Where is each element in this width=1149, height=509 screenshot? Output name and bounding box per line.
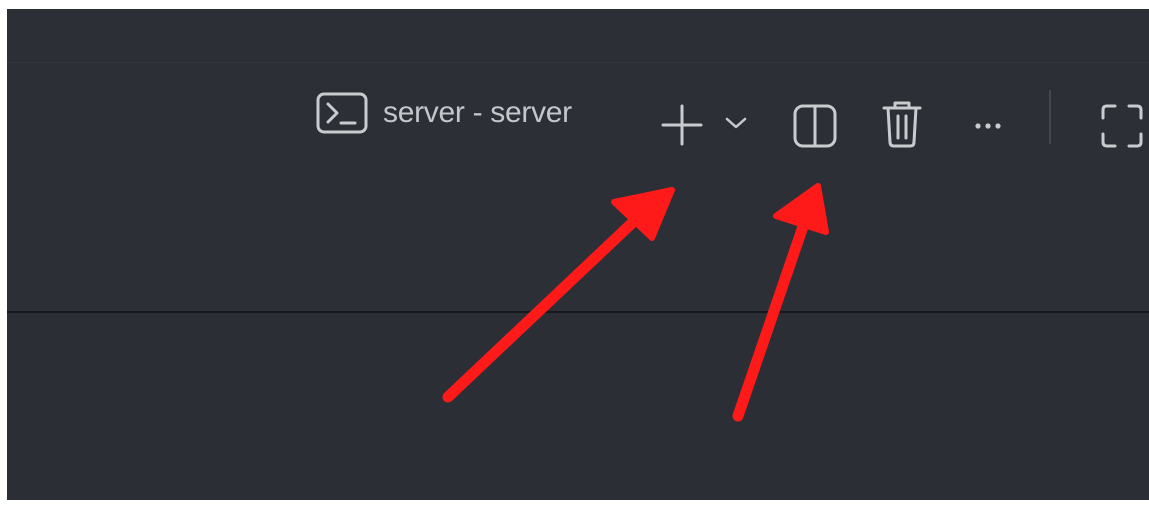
editor-area-strip: [7, 9, 1149, 63]
chevron-down-icon: [724, 115, 748, 131]
more-actions-button[interactable]: [968, 108, 1008, 144]
ellipsis-icon: [971, 121, 1005, 131]
launch-profile-dropdown[interactable]: [721, 108, 751, 138]
terminal-tab-label: server - server: [383, 96, 572, 129]
trash-icon: [880, 98, 924, 150]
split-editor-icon: [791, 102, 839, 150]
kill-terminal-button[interactable]: [877, 96, 927, 152]
new-terminal-button[interactable]: [657, 100, 707, 150]
plus-icon: [659, 102, 705, 148]
terminal-panel: [7, 9, 1149, 500]
terminal-tab[interactable]: server - server: [315, 90, 572, 136]
terminal-content: [7, 313, 1149, 500]
maximize-panel-button[interactable]: [1097, 100, 1149, 152]
maximize-icon: [1097, 102, 1149, 150]
terminal-panel-header: [7, 63, 1149, 319]
toolbar-separator: [1049, 90, 1051, 144]
screenshot-frame: server - server: [0, 0, 1149, 509]
split-terminal-button[interactable]: [789, 100, 841, 152]
terminal-icon: [315, 91, 369, 135]
